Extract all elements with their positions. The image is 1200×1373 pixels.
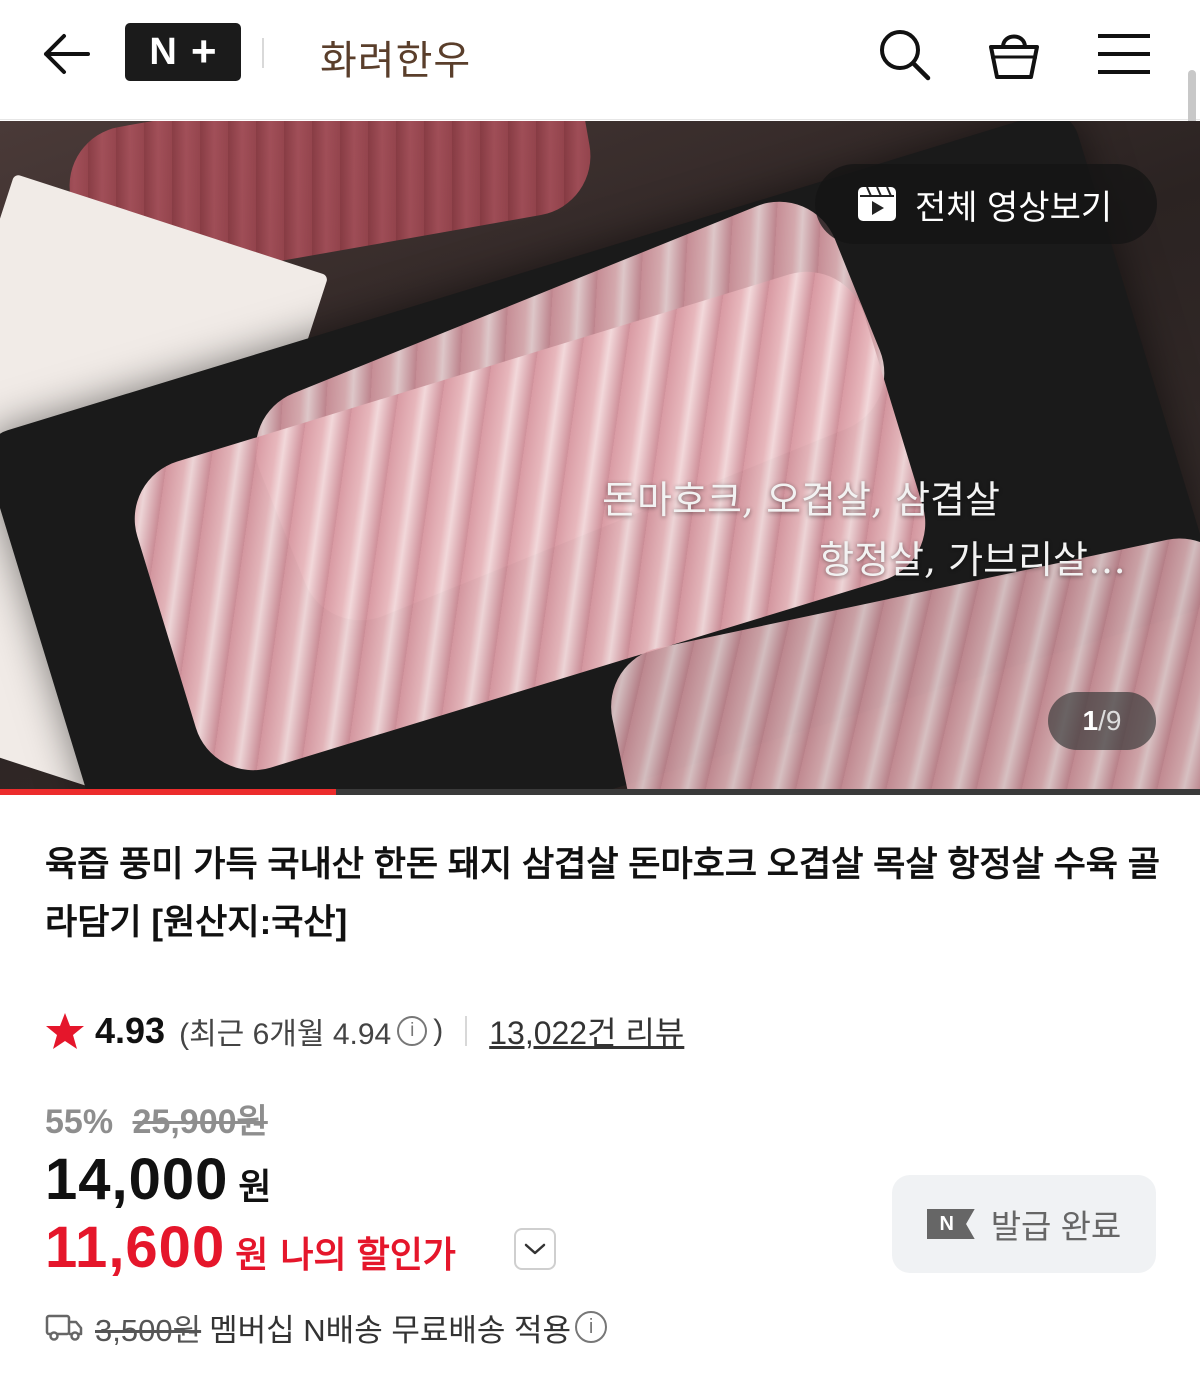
store-name[interactable]: 화려한우 [320,28,471,86]
app-header: N + 화려한우 [0,0,1200,120]
truck-icon [45,1314,83,1341]
counter-current: 1 [1082,705,1099,736]
info-icon[interactable]: i [575,1311,608,1343]
coupon-status-label: 발급 완료 [990,1208,1122,1245]
rating-row: 4.93 (최근 6개월 4.94 i ) 13,022건 리뷰 [45,1006,684,1056]
naver-plus-badge[interactable]: N + [125,23,241,81]
shopping-bag-icon [989,34,1039,79]
discount-percent: 55% [45,1103,114,1141]
star-icon [46,1013,84,1049]
chevron-down-icon [524,1243,546,1255]
my-price-unit: 원 [235,1234,269,1275]
search-button[interactable] [872,22,936,86]
recent-rating: (최근 6개월 4.94 [179,1018,392,1051]
menu-button[interactable] [1092,22,1156,86]
media-progress-fill [0,789,336,795]
coupon-issued-button[interactable]: N 발급 완료 [892,1175,1156,1273]
original-price: 25,900원 [132,1103,268,1141]
image-counter: 1 / 9 [1048,692,1156,750]
brand-badge-plus: + [190,27,217,76]
rating-score: 4.93 [95,1010,166,1051]
shipping-info: 3,500원 멤버십 N배송 무료배송 적용 i [45,1305,608,1349]
cart-button[interactable] [982,22,1046,86]
my-price-expand-button[interactable] [514,1228,556,1270]
shipping-text: 멤버십 N배송 무료배송 적용 [209,1312,572,1348]
media-caption-line2: 항정살, 가브리살… [819,538,1126,582]
media-caption-line1: 돈마호크, 오겹살, 삼겹살 [602,478,1000,522]
product-media[interactable]: 전체 영상보기 돈마호크, 오겹살, 삼겹살 항정살, 가브리살… 1 / 9 [0,121,1200,795]
video-play-icon [858,186,896,221]
back-arrow-icon [44,34,90,74]
counter-separator: / [1098,705,1106,736]
full-video-label: 전체 영상보기 [915,188,1113,227]
my-discount-price: 11,600 원 나의 할인가 [45,1214,456,1281]
my-price-label: 나의 할인가 [280,1234,456,1275]
rating-divider [465,1016,468,1046]
sale-price: 14,000 원 [45,1146,272,1213]
sale-price-value: 14,000 [45,1147,229,1212]
product-title: 육즙 풍미 가득 국내산 한돈 돼지 삼겹살 돈마호크 오겹살 목살 항정살 수… [45,845,1160,942]
discount-row: 55% 25,900원 [45,1094,268,1143]
back-button[interactable] [38,26,94,82]
shipping-fee: 3,500원 [95,1312,202,1348]
search-icon [880,30,931,81]
my-price-value: 11,600 [45,1215,226,1280]
header-divider [262,38,264,68]
hamburger-menu-icon [1098,34,1150,74]
n-coupon-badge: N [926,1209,975,1239]
brand-badge-text: N [149,30,177,73]
info-icon[interactable]: i [397,1016,428,1046]
sale-price-unit: 원 [238,1166,272,1207]
recent-rating-close: ) [433,1014,444,1047]
full-video-button[interactable]: 전체 영상보기 [815,164,1157,244]
counter-total: 9 [1105,705,1122,736]
media-progress-bar [0,789,1200,795]
review-count-link[interactable]: 13,022건 리뷰 [489,1008,684,1054]
